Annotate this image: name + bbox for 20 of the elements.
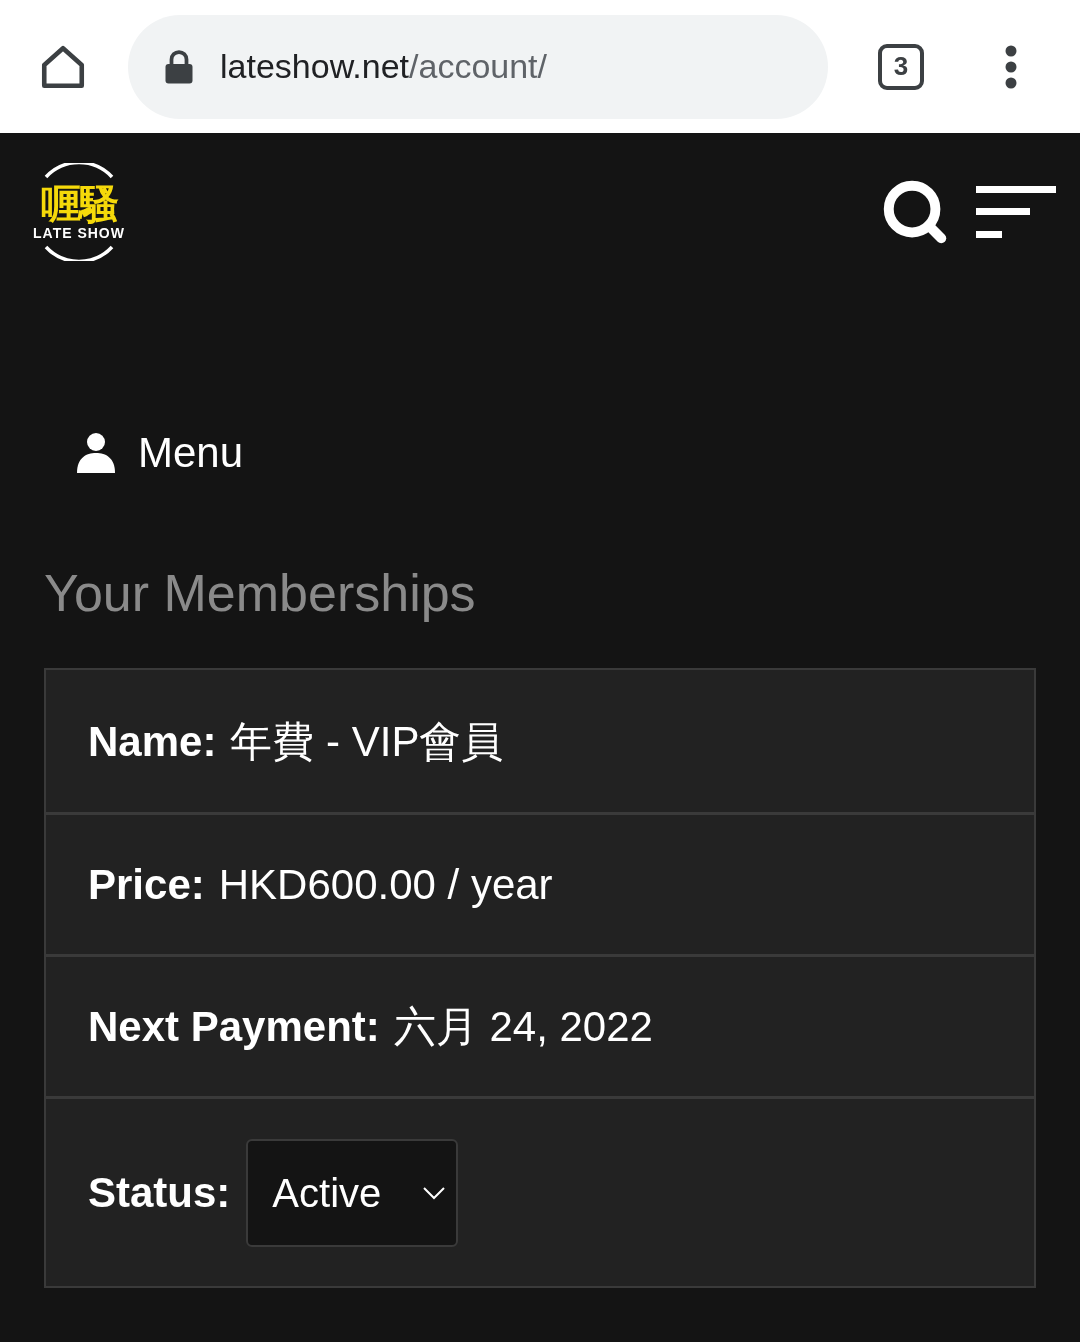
site-logo[interactable]: 喱騷 LATE SHOW — [24, 163, 134, 261]
url-path: /account/ — [409, 46, 547, 87]
section-heading: Your Memberships — [44, 563, 477, 624]
url-host: lateshow.net — [220, 46, 410, 87]
field-label: Next Payment: — [88, 1002, 380, 1052]
chevron-down-icon — [422, 1185, 447, 1200]
field-value: 年費 - VIP會員 — [230, 716, 504, 767]
status-dropdown[interactable]: Active — [246, 1138, 459, 1247]
field-label: Name: — [88, 716, 217, 767]
lock-icon — [164, 48, 194, 85]
field-label: Price: — [88, 860, 205, 910]
more-options-icon[interactable] — [1004, 44, 1018, 89]
field-label: Status: — [88, 1168, 231, 1218]
menu-icon[interactable] — [976, 186, 1056, 238]
account-menu-link[interactable]: Menu — [138, 421, 244, 484]
field-value: 六月 24, 2022 — [393, 1002, 653, 1052]
user-icon[interactable] — [76, 431, 116, 474]
address-bar[interactable]: lateshow.net/account/ — [128, 14, 828, 119]
tab-count-button[interactable]: 3 — [878, 43, 924, 90]
field-value: HKD600.00 / year — [218, 860, 553, 910]
